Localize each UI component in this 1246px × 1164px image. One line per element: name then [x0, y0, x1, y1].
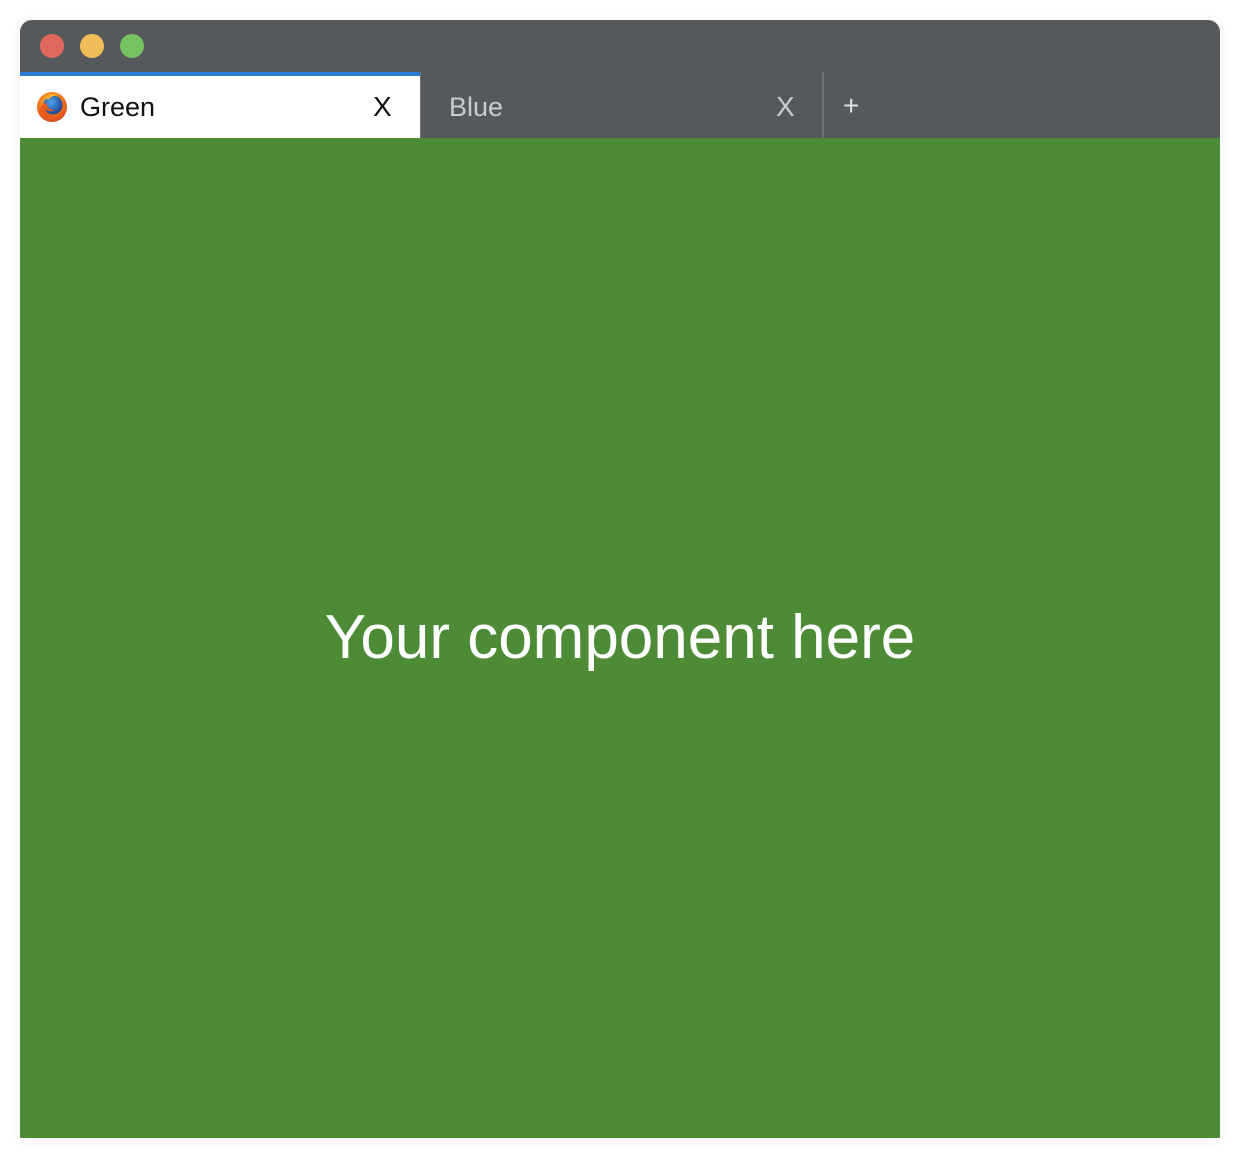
tab-bar: Green X Blue X +	[20, 72, 1220, 138]
tab-label: Green	[80, 92, 156, 122]
tab-divider	[822, 72, 824, 138]
tab-close-button[interactable]: X	[373, 90, 392, 124]
firefox-icon	[37, 92, 67, 122]
minimize-window-button[interactable]	[80, 34, 104, 58]
zoom-window-button[interactable]	[120, 34, 144, 58]
tab-content-panel: Your component here	[20, 138, 1220, 1138]
tab-blue[interactable]: Blue X	[421, 72, 821, 138]
app-window: Green X Blue X + Your component here	[20, 20, 1220, 1138]
new-tab-button[interactable]: +	[843, 90, 859, 122]
close-window-button[interactable]	[40, 34, 64, 58]
placeholder-text: Your component here	[324, 603, 916, 672]
tab-close-button[interactable]: X	[776, 90, 795, 124]
tab-green[interactable]: Green X	[20, 72, 420, 138]
tab-label: Blue	[449, 92, 504, 122]
title-bar	[20, 20, 1220, 72]
